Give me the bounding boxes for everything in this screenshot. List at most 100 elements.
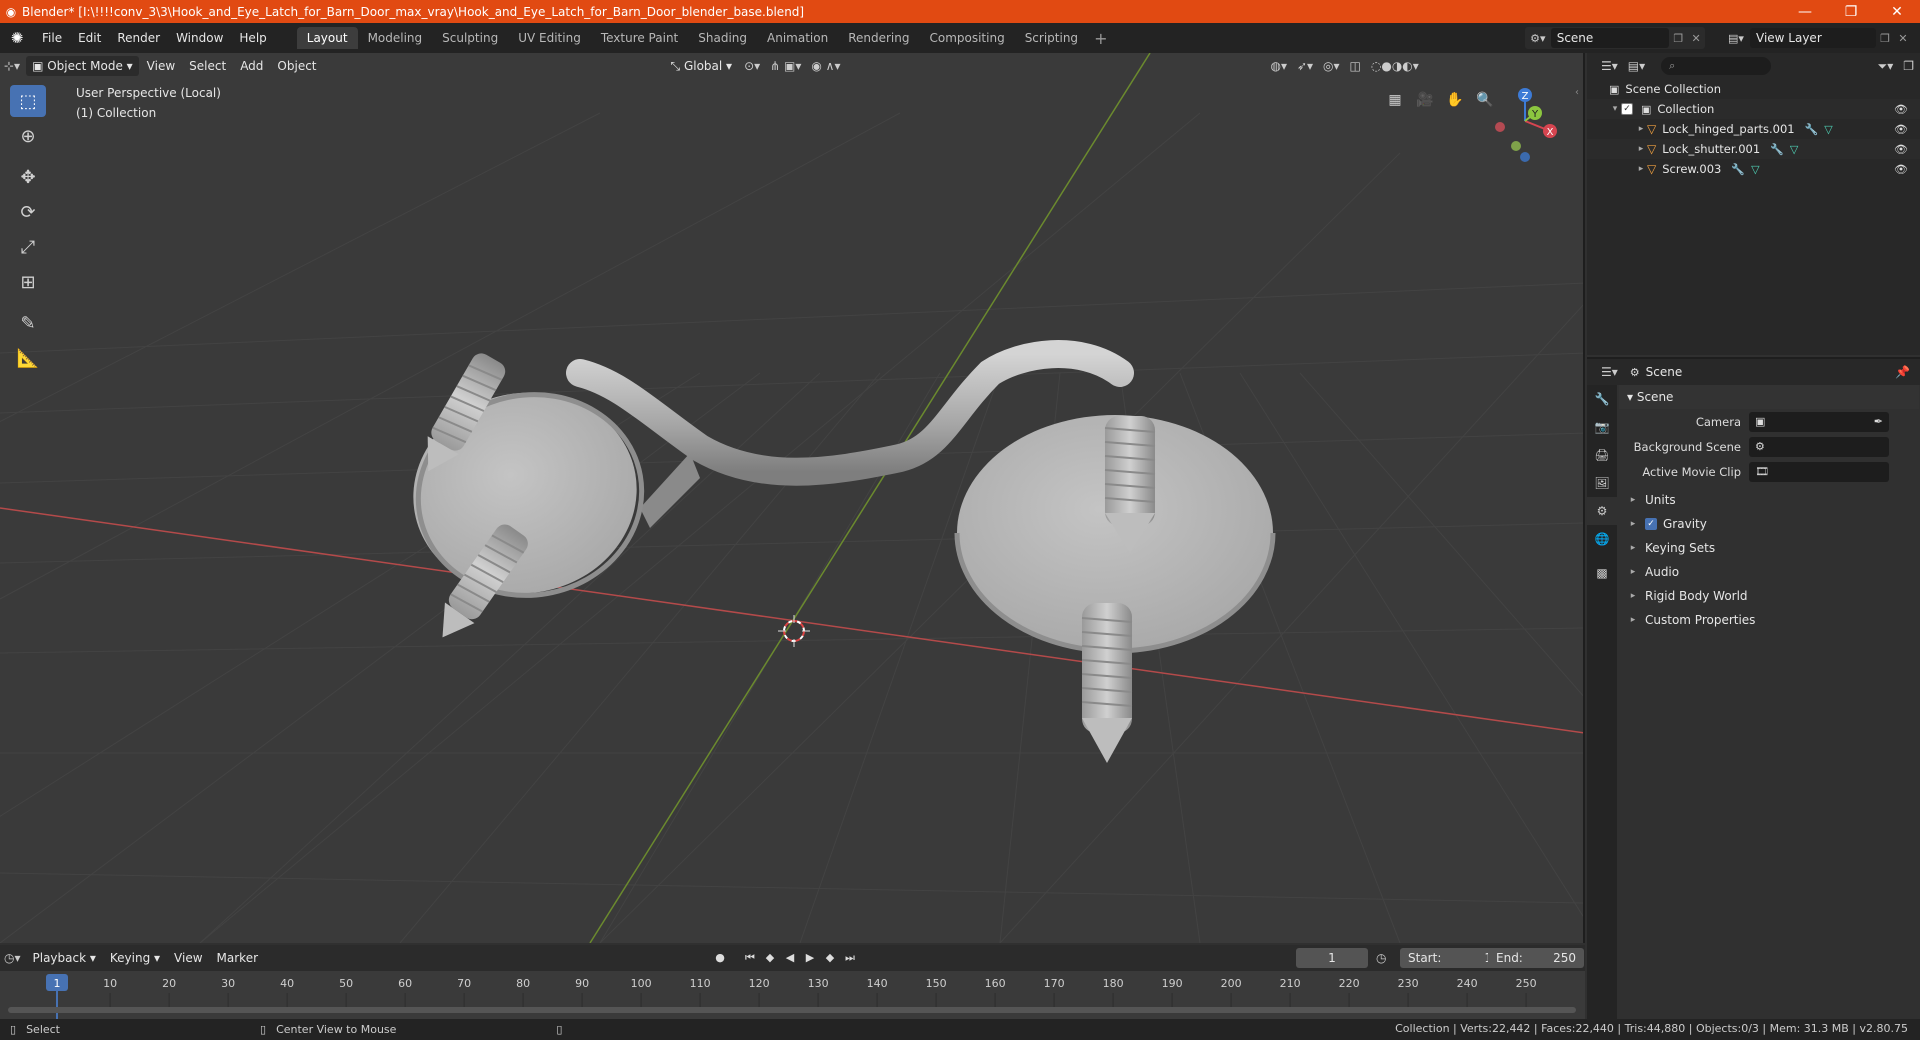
tab-uv-editing[interactable]: UV Editing — [508, 27, 591, 49]
modifier-icon[interactable]: 🔧 — [1731, 163, 1745, 176]
object-visibility-icon[interactable]: 👁 — [1894, 143, 1908, 156]
gizmo-toggle-icon[interactable]: ➶▾ — [1293, 56, 1317, 76]
audio-panel[interactable]: ▸ Audio — [1619, 560, 1919, 584]
3d-viewport[interactable]: ⊹▾ ▣ Object Mode ▾ View Select Add Objec… — [0, 53, 1585, 943]
snap-icon[interactable]: ⋔ ▣▾ — [766, 56, 805, 76]
transform-tool-icon[interactable]: ⊞ — [10, 266, 46, 298]
camera-view-icon[interactable]: 🎥 — [1410, 85, 1440, 115]
background-scene-selector[interactable]: ⚙ — [1749, 436, 1889, 457]
maximize-button[interactable]: ❐ — [1828, 4, 1874, 20]
menu-render[interactable]: Render — [109, 23, 168, 53]
scene-collection-row[interactable]: ▣ Scene Collection — [1587, 79, 1920, 99]
new-view-layer-icon[interactable]: ❐ — [1876, 32, 1894, 45]
start-frame-field[interactable]: Start:1 — [1400, 948, 1500, 968]
shading-modes-icon[interactable]: ◌●◑◐▾ — [1367, 56, 1423, 76]
render-tab-icon[interactable]: 📷 — [1587, 413, 1617, 441]
clock-icon[interactable]: ◷ — [1376, 948, 1386, 968]
scene-selector[interactable]: ⚙▾ Scene ❐ ✕ — [1525, 27, 1705, 49]
editor-type-icon[interactable]: ⊹▾ — [0, 56, 24, 76]
properties-editor-icon[interactable]: ☰▾ — [1597, 362, 1622, 382]
modifier-icon[interactable]: 🔧 — [1770, 143, 1784, 156]
proportional-edit-icon[interactable]: ◉ ∧▾ — [807, 56, 844, 76]
next-keyframe-icon[interactable]: ◆ — [820, 948, 840, 968]
current-frame-field[interactable]: 1 — [1296, 948, 1368, 968]
jump-start-icon[interactable]: ⏮ — [740, 948, 760, 968]
mode-selector[interactable]: ▣ Object Mode ▾ — [26, 56, 139, 76]
jump-end-icon[interactable]: ⏭ — [840, 948, 860, 968]
menu-object[interactable]: Object — [271, 56, 322, 76]
select-box-tool-icon[interactable]: ⬚ — [10, 85, 46, 117]
xray-icon[interactable]: ◫ — [1346, 56, 1365, 76]
new-scene-icon[interactable]: ❐ — [1669, 32, 1687, 45]
scene-name[interactable]: Scene — [1550, 28, 1670, 48]
tab-texture-paint[interactable]: Texture Paint — [591, 27, 688, 49]
texture-tab-icon[interactable]: ▩ — [1587, 559, 1617, 587]
tab-compositing[interactable]: Compositing — [919, 27, 1014, 49]
prev-keyframe-icon[interactable]: ◆ — [760, 948, 780, 968]
object-visibility-icon[interactable]: 👁 — [1894, 163, 1908, 176]
world-tab-icon[interactable]: 🌐 — [1587, 525, 1617, 553]
tab-rendering[interactable]: Rendering — [838, 27, 919, 49]
expand-object-icon[interactable]: ▸ — [1635, 124, 1647, 134]
gravity-panel[interactable]: ▸ ✓ Gravity — [1619, 512, 1919, 536]
record-icon[interactable]: ● — [710, 948, 730, 968]
rotate-tool-icon[interactable]: ⟳ — [10, 196, 46, 228]
minimize-button[interactable]: — — [1782, 4, 1828, 20]
add-workspace-icon[interactable]: + — [1088, 29, 1113, 48]
tool-tab-icon[interactable]: 🔧 — [1587, 385, 1617, 413]
sidebar-toggle-icon[interactable]: ‹ — [1575, 87, 1583, 107]
pan-view-icon[interactable]: ✋ — [1440, 85, 1470, 115]
tab-sculpting[interactable]: Sculpting — [432, 27, 508, 49]
tab-modeling[interactable]: Modeling — [358, 27, 433, 49]
pivot-icon[interactable]: ⊙▾ — [740, 56, 764, 76]
timeline-editor-icon[interactable]: ◷▾ — [0, 948, 25, 968]
menu-timeline-view[interactable]: View — [168, 948, 208, 968]
keying-sets-panel[interactable]: ▸ Keying Sets — [1619, 536, 1919, 560]
menu-file[interactable]: File — [34, 23, 70, 53]
menu-select[interactable]: Select — [183, 56, 232, 76]
outliner-object-row[interactable]: ▸ ▽ Screw.003 🔧 ▽ 👁 — [1587, 159, 1920, 179]
move-tool-icon[interactable]: ✥ — [10, 161, 46, 193]
outliner-search-input[interactable]: ⌕ — [1661, 57, 1772, 75]
view-layer-selector[interactable]: ▤▾ View Layer ❐ ✕ — [1722, 27, 1912, 49]
timeline-scrollbar[interactable] — [8, 1007, 1576, 1013]
tab-scripting[interactable]: Scripting — [1015, 27, 1088, 49]
outliner-object-row[interactable]: ▸ ▽ Lock_hinged_parts.001 🔧 ▽ 👁 — [1587, 119, 1920, 139]
mesh-data-icon[interactable]: ▽ — [1751, 163, 1759, 176]
rigid-body-world-panel[interactable]: ▸ Rigid Body World — [1619, 584, 1919, 608]
custom-properties-panel[interactable]: ▸ Custom Properties — [1619, 608, 1919, 632]
expand-object-icon[interactable]: ▸ — [1635, 164, 1647, 174]
scene-panel-header[interactable]: ▾ Scene — [1619, 385, 1919, 409]
object-visibility-icon[interactable]: 👁 — [1894, 123, 1908, 136]
outliner-editor-icon[interactable]: ☰▾ — [1597, 56, 1622, 76]
tab-shading[interactable]: Shading — [688, 27, 757, 49]
view-layer-name[interactable]: View Layer — [1750, 28, 1876, 48]
mesh-data-icon[interactable]: ▽ — [1790, 143, 1798, 156]
view-layer-tab-icon[interactable]: 🖼 — [1587, 469, 1617, 497]
modifier-icon[interactable]: 🔧 — [1805, 123, 1819, 136]
menu-help[interactable]: Help — [231, 23, 274, 53]
menu-view[interactable]: View — [141, 56, 181, 76]
units-panel[interactable]: ▸ Units — [1619, 488, 1919, 512]
navigation-gizmo[interactable]: Z X Y — [1480, 83, 1560, 163]
overlay-icon[interactable]: ◎▾ — [1319, 56, 1344, 76]
mesh-data-icon[interactable]: ▽ — [1824, 123, 1832, 136]
visibility-icon[interactable]: ◍▾ — [1266, 56, 1291, 76]
scale-tool-icon[interactable]: ⤢ — [10, 231, 46, 263]
blender-menu-icon[interactable]: ✺ — [0, 29, 34, 47]
menu-window[interactable]: Window — [168, 23, 231, 53]
play-reverse-icon[interactable]: ◀ — [780, 948, 800, 968]
display-mode-icon[interactable]: ▤▾ — [1624, 56, 1649, 76]
outliner-object-row[interactable]: ▸ ▽ Lock_shutter.001 🔧 ▽ 👁 — [1587, 139, 1920, 159]
measure-tool-icon[interactable]: 📐 — [10, 342, 46, 374]
end-frame-field[interactable]: End: 250 — [1488, 948, 1584, 968]
output-tab-icon[interactable]: 🖨 — [1587, 441, 1617, 469]
menu-add[interactable]: Add — [234, 56, 269, 76]
filter-icon[interactable]: ⏷▾ — [1874, 56, 1898, 76]
collection-row[interactable]: ▾ ✓ ▣ Collection 👁 — [1587, 99, 1920, 119]
menu-playback[interactable]: Playback ▾ — [27, 948, 102, 968]
expand-object-icon[interactable]: ▸ — [1635, 144, 1647, 154]
scene-tab-icon[interactable]: ⚙ — [1587, 497, 1617, 525]
collection-visibility-icon[interactable]: 👁 — [1894, 103, 1908, 116]
movie-clip-selector[interactable]: 🎞 — [1749, 461, 1889, 482]
